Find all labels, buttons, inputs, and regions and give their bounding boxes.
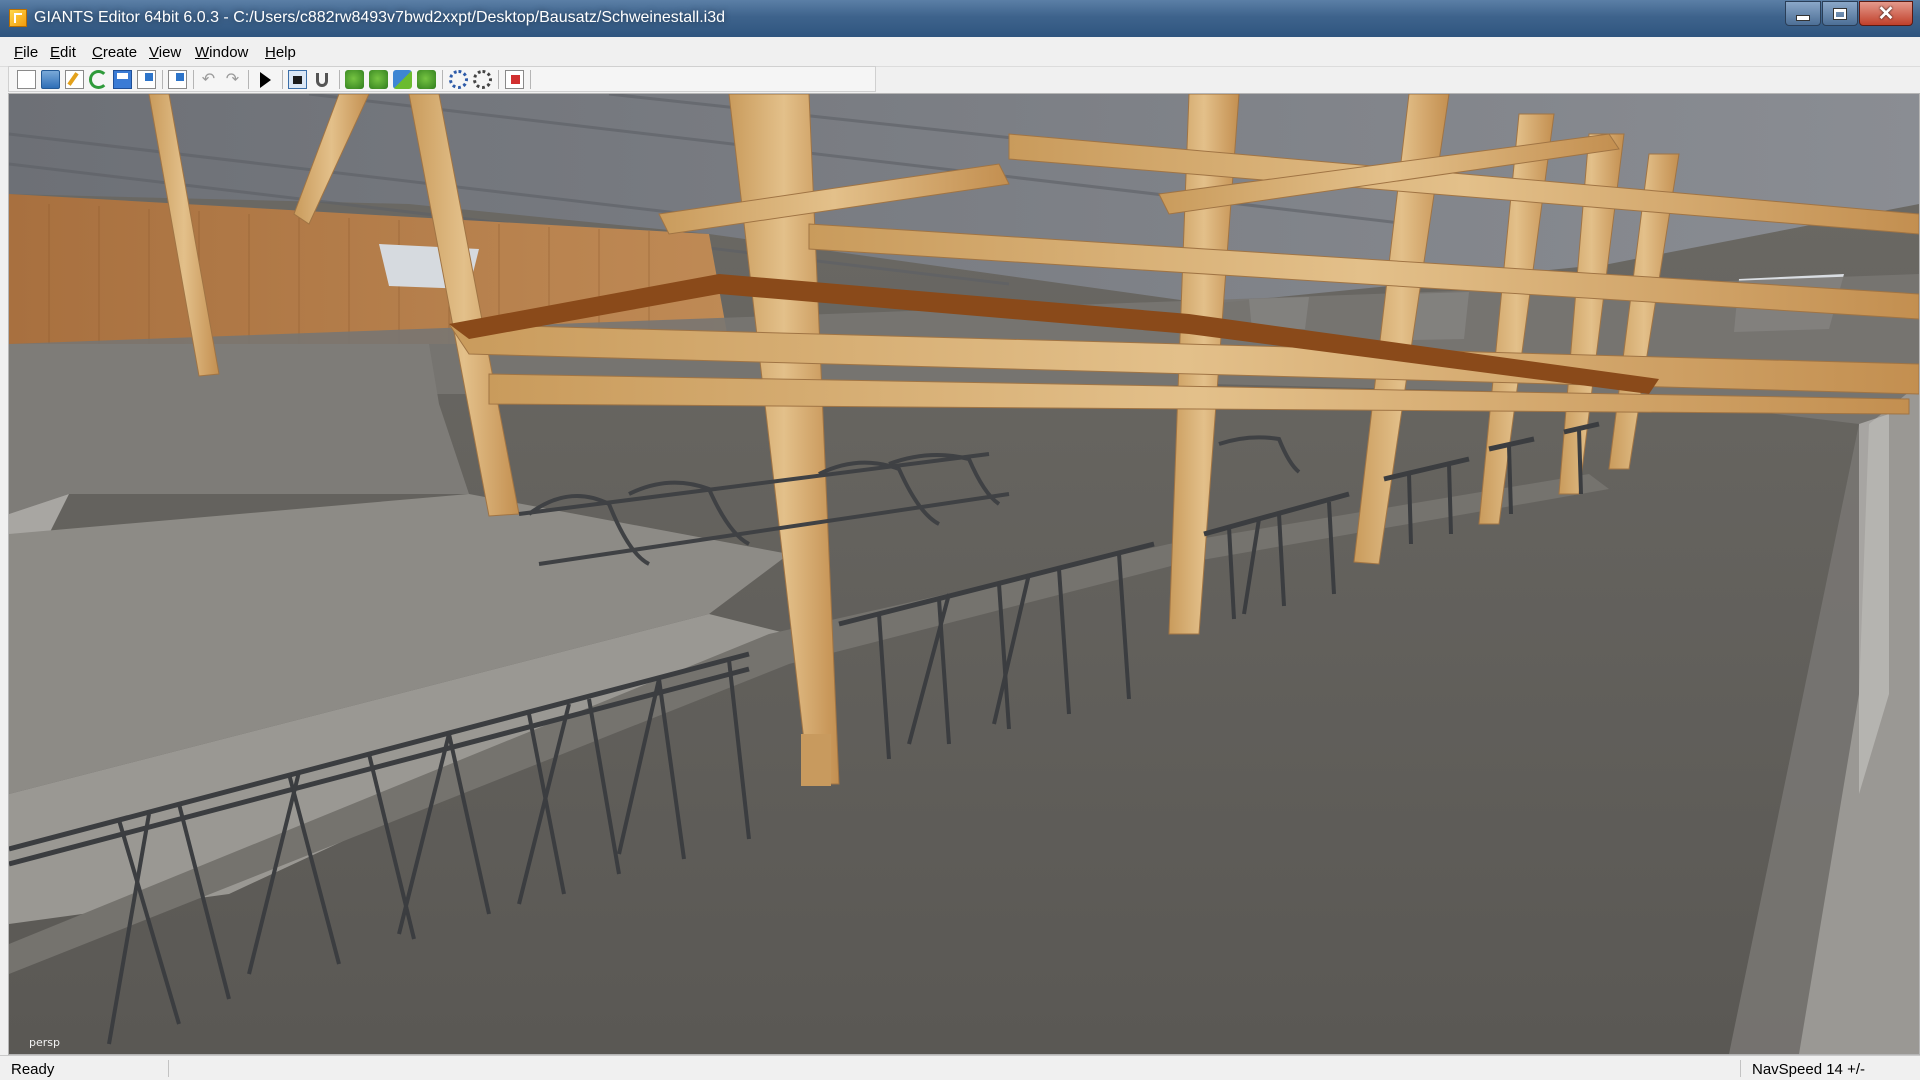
toolbar-separator <box>248 70 249 89</box>
toolbar-separator <box>193 70 194 89</box>
close-icon: ✕ <box>1877 2 1895 25</box>
scene-render <box>9 94 1919 1054</box>
new-file-icon[interactable] <box>17 70 36 89</box>
menu-view[interactable]: View <box>149 44 181 61</box>
plugin-gear-icon[interactable] <box>473 70 492 89</box>
toolbar: ↶ ↷ <box>8 66 876 92</box>
tree-icon[interactable] <box>417 70 436 89</box>
menu-create[interactable]: Create <box>92 44 137 61</box>
toolbar-separator <box>339 70 340 89</box>
save-icon[interactable] <box>113 70 132 89</box>
play-icon[interactable] <box>260 72 271 88</box>
import-icon[interactable] <box>168 70 187 89</box>
3d-viewport[interactable]: persp <box>8 93 1920 1055</box>
status-divider <box>1740 1060 1741 1077</box>
refresh-icon[interactable] <box>89 70 108 89</box>
open-folder-icon[interactable] <box>41 70 60 89</box>
camera-label: persp <box>29 1036 60 1049</box>
giants-app-icon[interactable] <box>9 9 27 27</box>
menu-file[interactable]: File <box>14 44 38 61</box>
toolbar-separator <box>162 70 163 89</box>
undo-icon[interactable]: ↶ <box>199 70 218 89</box>
export-icon[interactable] <box>137 70 156 89</box>
toolbar-separator <box>282 70 283 89</box>
menu-bar: File Edit Create View Window Help <box>0 37 1920 67</box>
terrain-paint-icon[interactable] <box>345 70 364 89</box>
redo-icon[interactable]: ↷ <box>223 70 242 89</box>
nav-speed-indicator: NavSpeed 14 +/- <box>1752 1061 1865 1078</box>
status-text: Ready <box>11 1061 55 1078</box>
foliage-paint-icon[interactable] <box>369 70 388 89</box>
window-title: GIANTS Editor 64bit 6.0.3 - C:/Users/c88… <box>34 9 725 26</box>
settings-gear-icon[interactable] <box>449 70 468 89</box>
maximize-button[interactable] <box>1822 1 1858 26</box>
close-button[interactable]: ✕ <box>1859 1 1913 26</box>
maximize-icon <box>1833 7 1847 20</box>
minimize-button[interactable] <box>1785 1 1821 26</box>
magnet-icon[interactable] <box>316 73 328 87</box>
toolbar-separator <box>498 70 499 89</box>
toolbar-separator <box>530 70 531 89</box>
camera-icon[interactable] <box>288 70 307 89</box>
edit-file-icon[interactable] <box>65 70 84 89</box>
toolbar-separator <box>442 70 443 89</box>
status-divider <box>168 1060 169 1077</box>
warning-log-icon[interactable] <box>505 70 524 89</box>
menu-edit[interactable]: Edit <box>50 44 76 61</box>
menu-window[interactable]: Window <box>195 44 248 61</box>
place-object-icon[interactable] <box>393 70 412 89</box>
menu-help[interactable]: Help <box>265 44 296 61</box>
status-bar: Ready NavSpeed 14 +/- <box>0 1055 1920 1080</box>
minimize-icon <box>1796 14 1810 21</box>
title-bar: GIANTS Editor 64bit 6.0.3 - C:/Users/c88… <box>0 0 1920 37</box>
